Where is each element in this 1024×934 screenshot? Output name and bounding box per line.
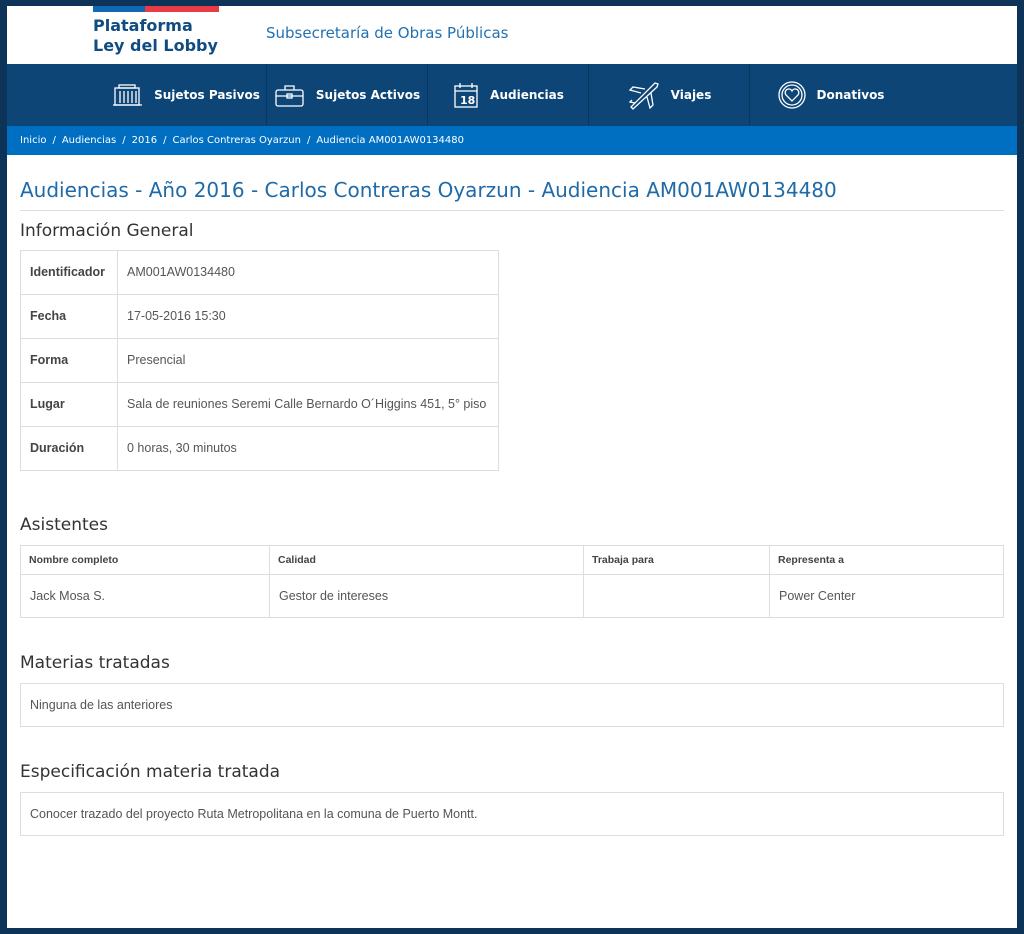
logo-line-2: Ley del Lobby bbox=[93, 36, 218, 55]
main-content: Audiencias - Año 2016 - Carlos Contreras… bbox=[7, 178, 1017, 836]
breadcrumb-separator: / bbox=[52, 135, 56, 146]
info-label: Lugar bbox=[20, 382, 118, 427]
breadcrumb-item-inicio[interactable]: Inicio bbox=[20, 135, 46, 146]
breadcrumb-separator: / bbox=[122, 135, 126, 146]
table-cell bbox=[583, 574, 770, 618]
info-label: Duración bbox=[20, 426, 118, 471]
building-icon bbox=[113, 84, 143, 106]
main-nav: Sujetos Pasivos Sujetos Activos 18 Audie… bbox=[7, 64, 1017, 126]
section-title-especificacion: Especificación materia tratada bbox=[20, 762, 281, 782]
airplane-icon bbox=[628, 82, 659, 110]
info-value: Sala de reuniones Seremi Calle Bernardo … bbox=[117, 382, 499, 427]
info-label: Identificador bbox=[20, 250, 118, 295]
top-header: Plataforma Ley del Lobby Subsecretaría d… bbox=[7, 6, 1017, 64]
breadcrumb-separator: / bbox=[163, 135, 167, 146]
asistentes-table: Nombre completo Calidad Trabaja para Rep… bbox=[20, 545, 1004, 618]
table-row: Duración 0 horas, 30 minutos bbox=[20, 426, 499, 471]
nav-sujetos-pasivos[interactable]: Sujetos Pasivos bbox=[106, 64, 267, 126]
flag-red-segment bbox=[145, 6, 219, 12]
breadcrumb-item-person[interactable]: Carlos Contreras Oyarzun bbox=[172, 135, 301, 146]
nav-label: Audiencias bbox=[490, 88, 564, 102]
table-header-row: Nombre completo Calidad Trabaja para Rep… bbox=[20, 545, 1004, 575]
section-title-info-general: Información General bbox=[20, 221, 194, 241]
site-logo[interactable]: Plataforma Ley del Lobby bbox=[93, 16, 218, 56]
calendar-icon: 18 bbox=[454, 83, 478, 108]
nav-label: Viajes bbox=[670, 88, 712, 102]
table-row: Lugar Sala de reuniones Seremi Calle Ber… bbox=[20, 382, 499, 427]
nav-sujetos-activos[interactable]: Sujetos Activos bbox=[267, 64, 428, 126]
page-title: Audiencias - Año 2016 - Carlos Contreras… bbox=[20, 178, 1004, 211]
breadcrumb-item-audiencias[interactable]: Audiencias bbox=[62, 135, 116, 146]
info-value: Presencial bbox=[117, 338, 499, 383]
table-row: Identificador AM001AW0134480 bbox=[20, 250, 499, 295]
table-cell: Jack Mosa S. bbox=[20, 574, 270, 618]
table-row: Jack Mosa S. Gestor de intereses Power C… bbox=[20, 574, 1004, 618]
info-value: AM001AW0134480 bbox=[117, 250, 499, 295]
subsecretaria-name: Subsecretaría de Obras Públicas bbox=[266, 24, 509, 42]
briefcase-icon bbox=[275, 85, 304, 107]
column-header: Calidad bbox=[269, 545, 584, 575]
info-value: 17-05-2016 15:30 bbox=[117, 294, 499, 339]
breadcrumb-item-current: Audiencia AM001AW0134480 bbox=[316, 135, 464, 146]
table-cell: Power Center bbox=[769, 574, 1004, 618]
table-row: Forma Presencial bbox=[20, 338, 499, 383]
nav-label: Sujetos Activos bbox=[315, 88, 421, 102]
flag-blue-segment bbox=[93, 6, 145, 12]
table-row: Fecha 17-05-2016 15:30 bbox=[20, 294, 499, 339]
info-value: 0 horas, 30 minutos bbox=[117, 426, 499, 471]
nav-viajes[interactable]: Viajes bbox=[589, 64, 750, 126]
nav-label: Donativos bbox=[816, 88, 885, 102]
nav-audiencias[interactable]: 18 Audiencias bbox=[428, 64, 589, 126]
column-header: Trabaja para bbox=[583, 545, 770, 575]
info-label: Forma bbox=[20, 338, 118, 383]
section-title-asistentes: Asistentes bbox=[20, 515, 108, 535]
breadcrumb-item-year[interactable]: 2016 bbox=[132, 135, 157, 146]
heart-icon bbox=[777, 81, 806, 109]
nav-donativos[interactable]: Donativos bbox=[750, 64, 911, 126]
breadcrumb-separator: / bbox=[306, 135, 311, 146]
column-header: Nombre completo bbox=[20, 545, 270, 575]
svg-text:18: 18 bbox=[460, 94, 475, 107]
logo-line-1: Plataforma bbox=[93, 16, 193, 35]
info-general-table: Identificador AM001AW0134480 Fecha 17-05… bbox=[20, 250, 499, 471]
table-cell: Gestor de intereses bbox=[269, 574, 584, 618]
info-label: Fecha bbox=[20, 294, 118, 339]
page-frame: Plataforma Ley del Lobby Subsecretaría d… bbox=[7, 6, 1017, 928]
column-header: Representa a bbox=[769, 545, 1004, 575]
flag-bar bbox=[93, 6, 219, 12]
section-title-materias: Materias tratadas bbox=[20, 653, 170, 673]
especificacion-box: Conocer trazado del proyecto Ruta Metrop… bbox=[20, 792, 1004, 836]
breadcrumb: Inicio / Audiencias / 2016 / Carlos Cont… bbox=[7, 126, 1017, 155]
materias-box: Ninguna de las anteriores bbox=[20, 683, 1004, 727]
nav-label: Sujetos Pasivos bbox=[154, 88, 260, 102]
